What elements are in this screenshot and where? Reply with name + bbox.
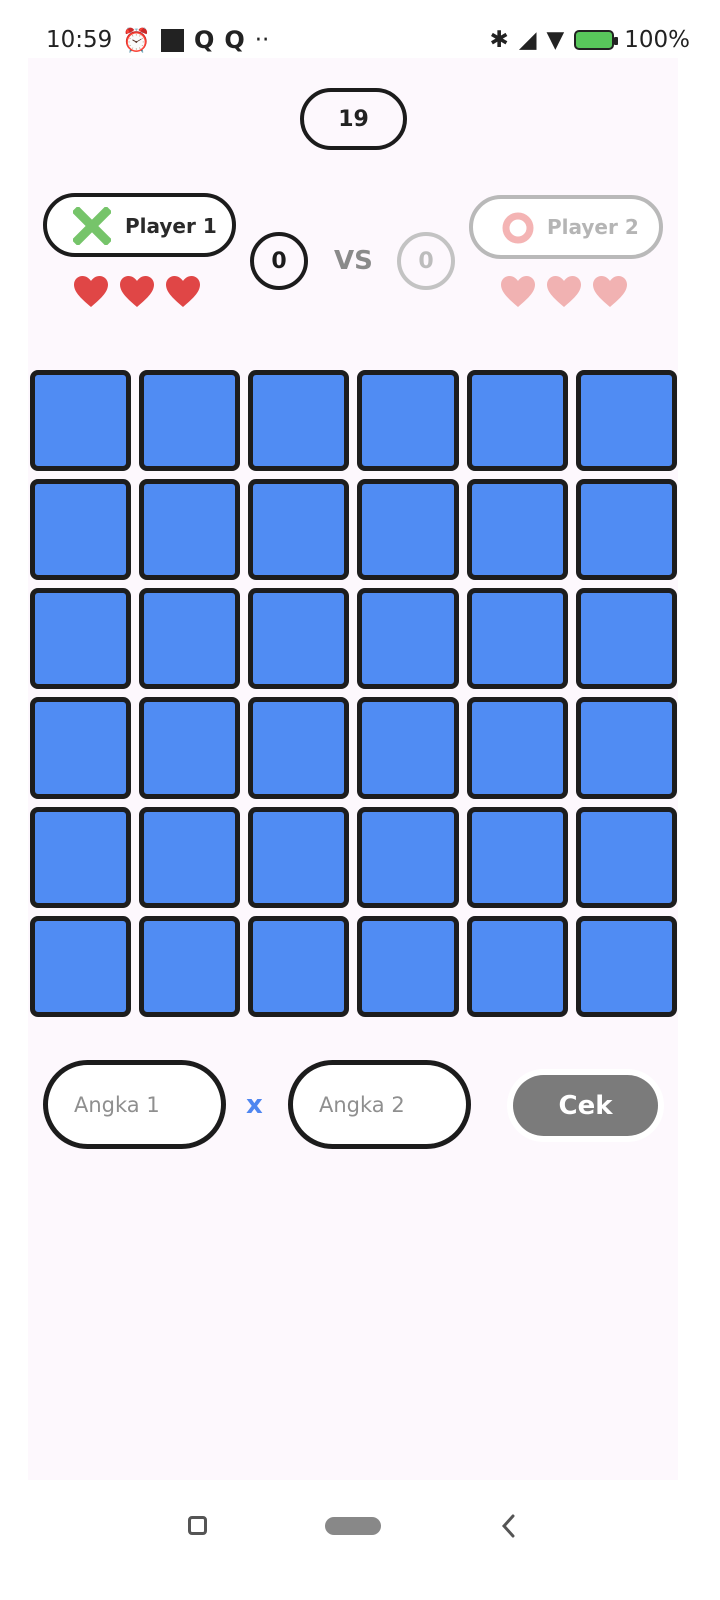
alarm-icon: ⏰ — [122, 27, 151, 54]
grid-cell[interactable] — [248, 697, 350, 799]
grid-cell[interactable] — [357, 697, 459, 799]
back-icon[interactable] — [498, 1512, 518, 1540]
heart-icon — [74, 276, 108, 307]
grid-cell[interactable] — [357, 806, 459, 908]
player2-score: 0 — [397, 232, 455, 290]
vs-label: VS — [334, 246, 373, 276]
stop-icon — [160, 28, 184, 52]
grid-cell[interactable] — [30, 915, 132, 1017]
number1-input[interactable] — [43, 1060, 226, 1149]
battery-percent: 100% — [624, 27, 690, 53]
status-right: ✱ ◢ ▼ 100% — [490, 22, 690, 58]
grid-cell[interactable] — [575, 697, 677, 799]
grid-cell[interactable] — [139, 697, 241, 799]
grid-cell[interactable] — [248, 588, 350, 690]
grid-cell[interactable] — [357, 915, 459, 1017]
grid-cell[interactable] — [248, 806, 350, 908]
more-dots-icon: ·· — [254, 27, 270, 53]
grid-cell[interactable] — [575, 915, 677, 1017]
q-app-icon: Q — [193, 26, 215, 54]
heart-icon — [501, 276, 535, 307]
home-pill-icon[interactable] — [325, 1517, 381, 1535]
grid-cell[interactable] — [139, 915, 241, 1017]
multiply-sign: x — [246, 1090, 263, 1120]
heart-icon — [593, 276, 627, 307]
grid-cell[interactable] — [466, 697, 568, 799]
grid-cell[interactable] — [575, 806, 677, 908]
grid-cell[interactable] — [248, 370, 350, 472]
round-timer: 19 — [300, 88, 407, 150]
grid-cell[interactable] — [248, 479, 350, 581]
game-grid — [30, 370, 677, 1017]
grid-cell[interactable] — [466, 588, 568, 690]
player1-card: Player 1 — [43, 193, 236, 257]
signal-icon: ◢ — [518, 27, 537, 53]
grid-cell[interactable] — [139, 479, 241, 581]
heart-icon — [547, 276, 581, 307]
grid-cell[interactable] — [30, 588, 132, 690]
grid-cell[interactable] — [466, 370, 568, 472]
heart-icon — [166, 276, 200, 307]
grid-cell[interactable] — [466, 806, 568, 908]
navigation-bar — [0, 1480, 720, 1600]
q-app-icon: Q — [224, 26, 245, 54]
grid-cell[interactable] — [575, 479, 677, 581]
grid-cell[interactable] — [30, 370, 132, 472]
player1-lives — [73, 275, 201, 309]
check-button[interactable]: Cek — [513, 1075, 658, 1136]
number2-input[interactable] — [288, 1060, 471, 1149]
grid-cell[interactable] — [466, 479, 568, 581]
x-mark-icon — [73, 207, 111, 245]
grid-cell[interactable] — [30, 806, 132, 908]
grid-cell[interactable] — [248, 915, 350, 1017]
grid-cell[interactable] — [30, 697, 132, 799]
bluetooth-icon: ✱ — [489, 27, 509, 53]
check-button-wrap: Cek — [507, 1069, 664, 1142]
player2-card: Player 2 — [469, 195, 663, 259]
grid-cell[interactable] — [575, 588, 677, 690]
grid-cell[interactable] — [30, 479, 132, 581]
grid-cell[interactable] — [357, 370, 459, 472]
status-left: 10:59 ⏰ Q Q ·· — [46, 22, 269, 58]
player1-name: Player 1 — [125, 214, 217, 238]
grid-cell[interactable] — [575, 370, 677, 472]
heart-icon — [120, 276, 154, 307]
status-time: 10:59 — [46, 27, 113, 53]
grid-cell[interactable] — [357, 588, 459, 690]
circle-icon — [502, 212, 534, 244]
recents-icon[interactable] — [188, 1516, 207, 1535]
player1-score: 0 — [250, 232, 308, 290]
player2-name: Player 2 — [547, 215, 639, 239]
grid-cell[interactable] — [466, 915, 568, 1017]
grid-cell[interactable] — [357, 479, 459, 581]
grid-cell[interactable] — [139, 806, 241, 908]
grid-cell[interactable] — [139, 588, 241, 690]
wifi-icon: ▼ — [546, 27, 565, 53]
battery-charging-icon — [574, 30, 619, 50]
grid-cell[interactable] — [139, 370, 241, 472]
player2-lives — [500, 275, 628, 309]
